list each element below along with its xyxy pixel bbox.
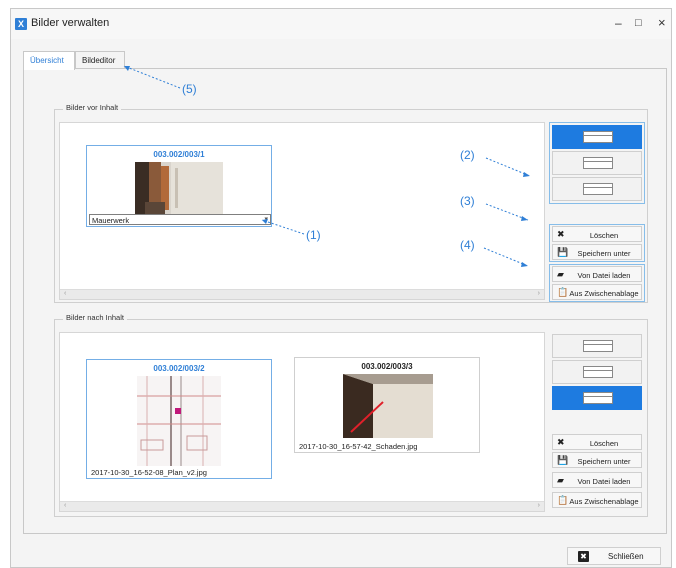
annotation-label-1: (1) [306,228,321,242]
annotation-label-5: (5) [182,82,197,96]
tab-uebersicht[interactable]: Übersicht [23,51,75,70]
annotation-label-2: (2) [460,148,475,162]
annotation-label-4: (4) [460,238,475,252]
annotation-arrows [123,65,531,267]
annotation-label-3: (3) [460,194,475,208]
